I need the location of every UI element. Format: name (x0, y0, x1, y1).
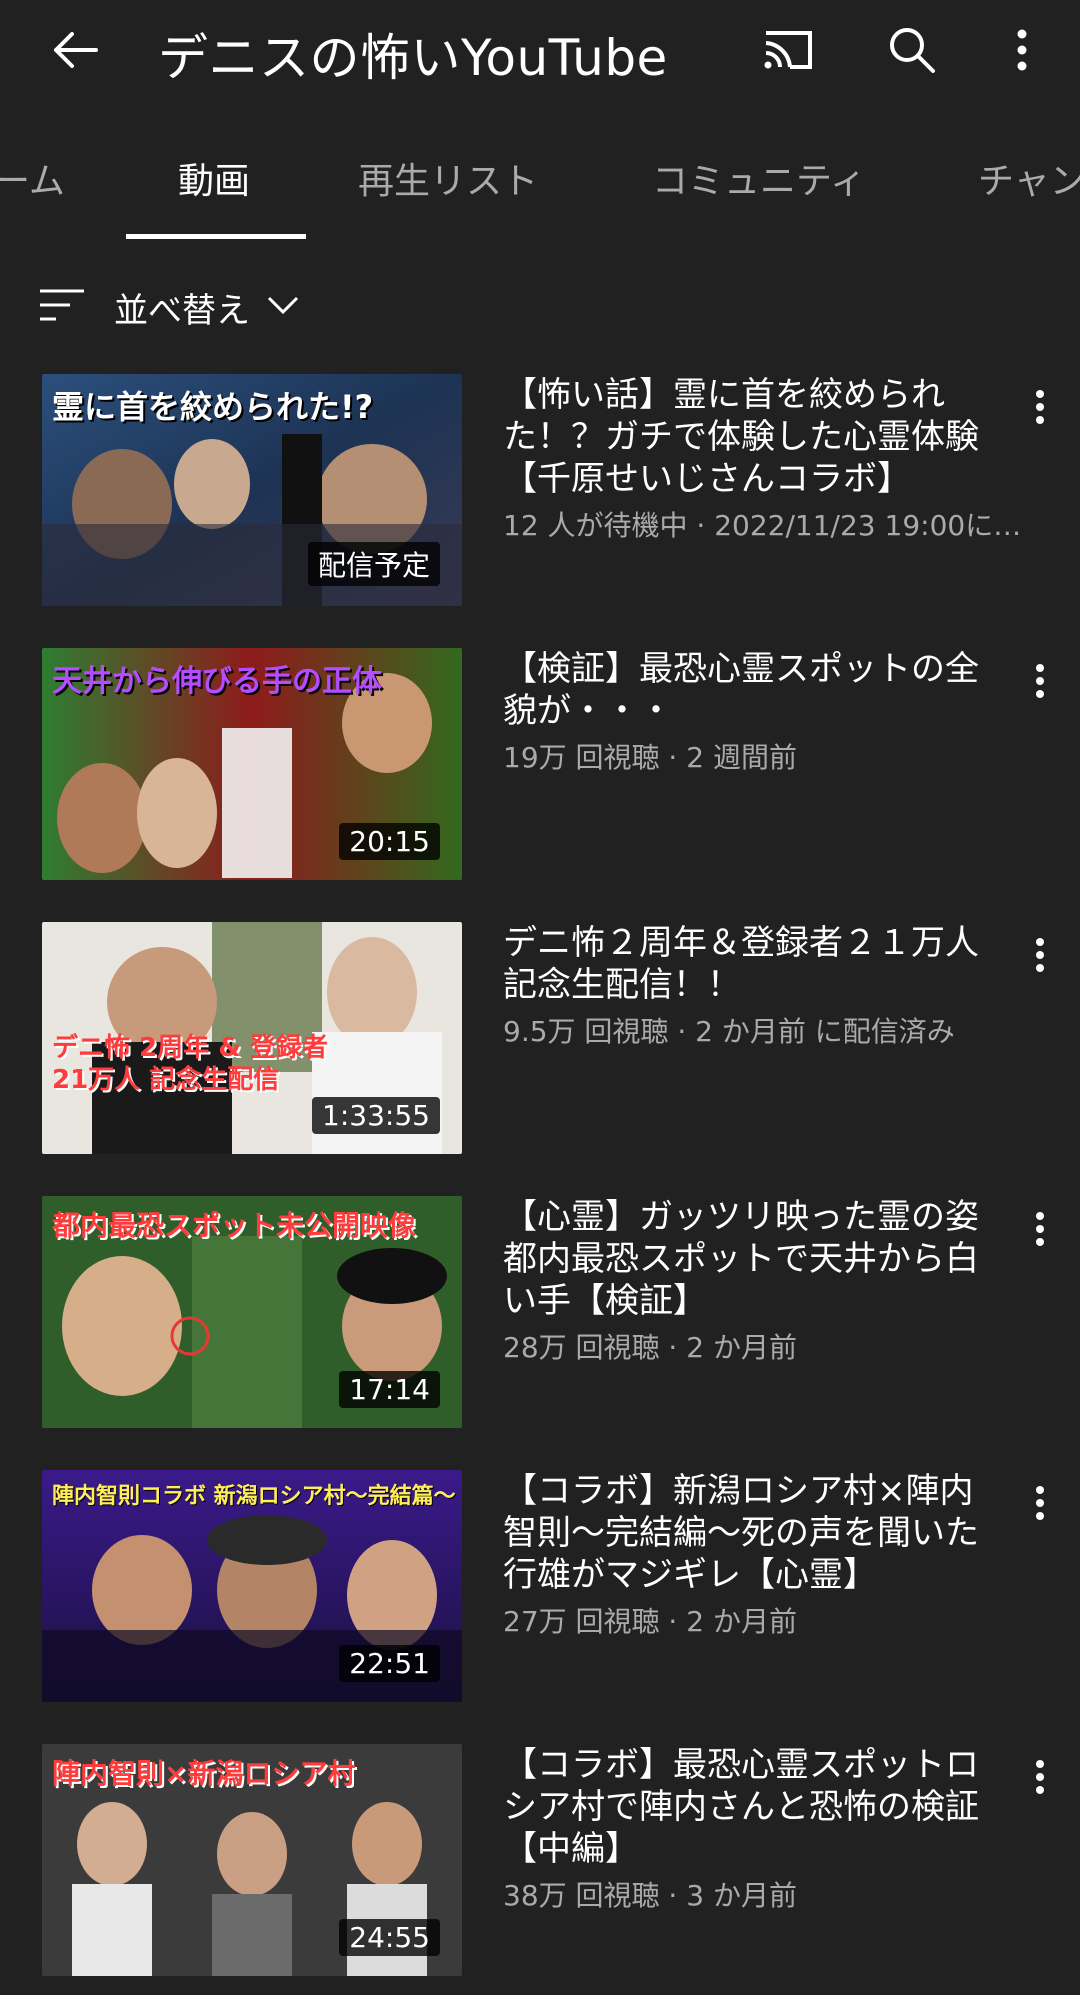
tab-videos[interactable]: 動画 (178, 152, 250, 204)
more-vert-icon[interactable] (1020, 382, 1060, 432)
video-meta: 9.5万 回視聴 · 2 か月前 に配信済み (503, 1015, 955, 1048)
more-vert-icon[interactable] (1020, 1204, 1060, 1254)
cast-icon[interactable] (752, 22, 824, 78)
sort-label: 並べ替え (114, 290, 250, 331)
tab-home[interactable]: ーム (0, 152, 65, 204)
upcoming-badge: 配信予定 (307, 542, 440, 586)
video-thumbnail[interactable]: 陣内智則コラボ 新潟ロシア村〜完結篇〜 22:51 (42, 1470, 462, 1702)
video-title[interactable]: 【検証】最恐心霊スポットの全貌が・・・ (503, 648, 993, 732)
thumbnail-text: 天井から伸びる手の正体 (52, 664, 382, 699)
channel-title: デニスの怖いYouTube (158, 29, 668, 87)
chevron-down-icon (266, 294, 300, 320)
more-vert-icon[interactable] (1020, 656, 1060, 706)
video-meta: 12 人が待機中 · 2022/11/23 19:00に… (503, 509, 1022, 542)
video-title[interactable]: デニ怖２周年＆登録者２１万人記念生配信！！ (503, 922, 993, 1006)
video-title[interactable]: 【コラボ】新潟ロシア村×陣内智則〜完結編〜死の声を聞いた行雄がマジギレ【心霊】 (503, 1470, 993, 1596)
video-thumbnail[interactable]: 都内最恐スポット未公開映像 17:14 (42, 1196, 462, 1428)
more-vert-icon[interactable] (1020, 930, 1060, 980)
duration-badge: 24:55 (339, 1919, 440, 1956)
video-item[interactable]: デニ怖 2周年 & 登録者21万人 記念生配信 1:33:55 デニ怖２周年＆登… (0, 922, 1080, 1157)
video-title[interactable]: 【怖い話】霊に首を絞められた！？ガチで体験した心霊体験【千原せいじさんコラボ】 (503, 374, 993, 500)
video-item[interactable]: 天井から伸びる手の正体 20:15 【検証】最恐心霊スポットの全貌が・・・ 19… (0, 648, 1080, 883)
tab-community[interactable]: コミュニティ (652, 152, 866, 204)
active-tab-indicator (126, 234, 306, 239)
more-vert-icon[interactable] (1020, 1752, 1060, 1802)
video-thumbnail[interactable]: デニ怖 2周年 & 登録者21万人 記念生配信 1:33:55 (42, 922, 462, 1154)
thumbnail-text: デニ怖 2周年 & 登録者21万人 記念生配信 (52, 1033, 328, 1095)
video-item[interactable]: 陣内智則コラボ 新潟ロシア村〜完結篇〜 22:51 【コラボ】新潟ロシア村×陣内… (0, 1470, 1080, 1705)
thumbnail-text: 都内最恐スポット未公開映像 (52, 1209, 417, 1242)
thumbnail-text: 霊に首を絞められた!? (52, 388, 374, 426)
video-meta: 38万 回視聴 · 3 か月前 (503, 1879, 797, 1912)
video-thumbnail[interactable]: 陣内智則×新潟ロシア村 24:55 (42, 1744, 462, 1976)
video-item[interactable]: 陣内智則×新潟ロシア村 24:55 【コラボ】最恐心霊スポットロシア村で陣内さん… (0, 1744, 1080, 1979)
more-vert-icon[interactable] (1000, 22, 1044, 78)
tab-playlists[interactable]: 再生リスト (358, 152, 538, 204)
channel-tabs: ーム 動画 再生リスト コミュニティ チャン (0, 100, 1080, 240)
app-bar: デニスの怖いYouTube (0, 0, 1080, 100)
video-item[interactable]: 都内最恐スポット未公開映像 17:14 【心霊】ガッツリ映った霊の姿 都内最恐ス… (0, 1196, 1080, 1431)
search-icon[interactable] (880, 20, 944, 80)
video-meta: 28万 回視聴 · 2 か月前 (503, 1331, 797, 1364)
thumbnail-text: 陣内智則コラボ 新潟ロシア村〜完結篇〜 (52, 1484, 456, 1509)
duration-badge: 1:33:55 (312, 1097, 440, 1134)
thumbnail-text: 陣内智則×新潟ロシア村 (52, 1757, 356, 1790)
sort-icon (38, 287, 86, 327)
duration-badge: 22:51 (339, 1645, 440, 1682)
video-item[interactable]: 霊に首を絞められた!? 配信予定 【怖い話】霊に首を絞められた！？ガチで体験した… (0, 374, 1080, 609)
video-thumbnail[interactable]: 天井から伸びる手の正体 20:15 (42, 648, 462, 880)
sort-button[interactable]: 並べ替え (38, 282, 300, 332)
tab-channels[interactable]: チャン (978, 152, 1080, 204)
more-vert-icon[interactable] (1020, 1478, 1060, 1528)
video-title[interactable]: 【心霊】ガッツリ映った霊の姿 都内最恐スポットで天井から白い手【検証】 (503, 1196, 1013, 1322)
video-title[interactable]: 【コラボ】最恐心霊スポットロシア村で陣内さんと恐怖の検証【中編】 (503, 1744, 993, 1870)
video-meta: 27万 回視聴 · 2 か月前 (503, 1605, 797, 1638)
video-meta: 19万 回視聴 · 2 週間前 (503, 741, 797, 774)
duration-badge: 17:14 (339, 1371, 440, 1408)
video-thumbnail[interactable]: 霊に首を絞められた!? 配信予定 (42, 374, 462, 606)
duration-badge: 20:15 (339, 823, 440, 860)
arrow-left-icon[interactable] (40, 22, 110, 78)
